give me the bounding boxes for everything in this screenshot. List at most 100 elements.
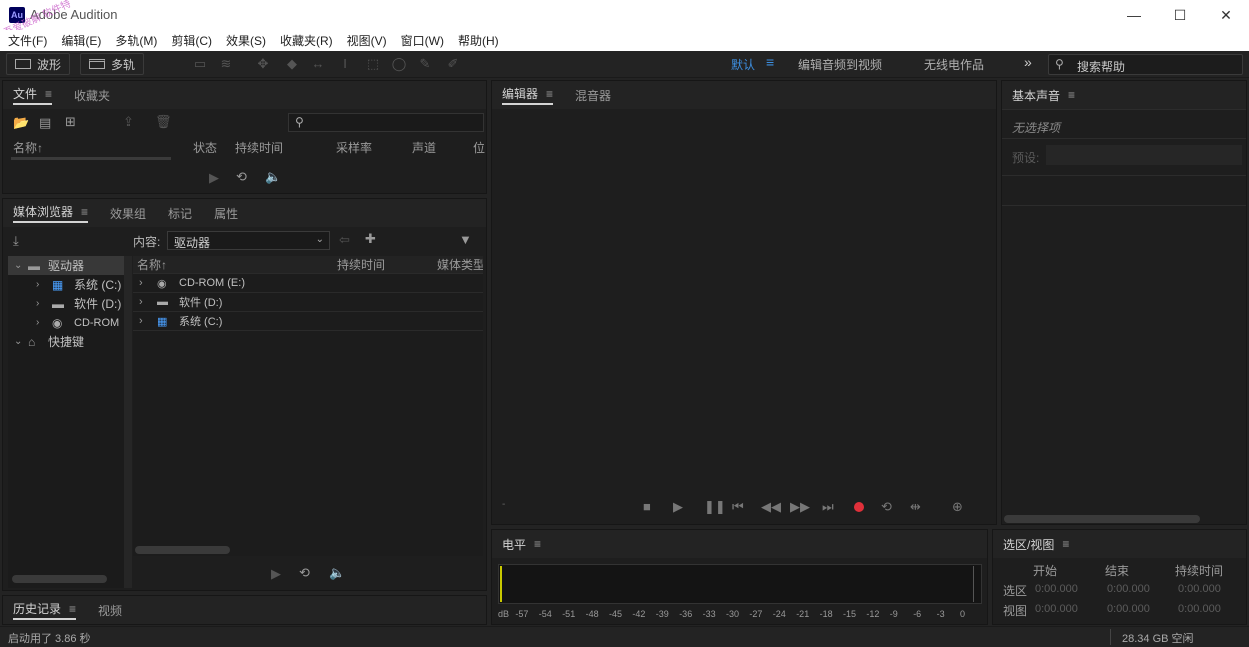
tab-video[interactable]: 视频	[98, 602, 122, 619]
tab-media-browser[interactable]: 媒体浏览器 ≡	[13, 203, 89, 223]
list-col-name[interactable]: 名称↑	[133, 256, 337, 273]
editor-canvas[interactable]	[492, 109, 996, 493]
selection-start[interactable]: 0:00.000	[1035, 583, 1078, 595]
spot-heal-icon[interactable]: ✐	[444, 55, 462, 73]
chevron-right-icon[interactable]: ›	[36, 298, 52, 309]
back-arrow-icon[interactable]: ⇦	[339, 232, 350, 248]
list-col-duration[interactable]: 持续时间	[337, 256, 437, 273]
time-selection-icon[interactable]: I	[336, 55, 354, 73]
content-select[interactable]: 驱动器 ⌄	[167, 231, 330, 250]
chevron-down-icon[interactable]: ⌄	[14, 336, 28, 347]
razor-tool-icon[interactable]: ◆	[283, 55, 301, 73]
chevron-right-icon[interactable]: ›	[36, 317, 52, 328]
list-item-cdrom[interactable]: › ◉ CD-ROM (E:)	[133, 274, 483, 293]
panel-menu-icon[interactable]: ≡	[69, 602, 76, 616]
slip-tool-icon[interactable]: ↔	[309, 55, 327, 73]
loop-icon[interactable]: ⟲	[299, 565, 310, 581]
col-samplerate[interactable]: 采样率	[336, 139, 372, 156]
record-icon[interactable]	[854, 502, 864, 512]
tree-item-cdrom[interactable]: › ◉ CD-ROM	[8, 313, 124, 332]
marquee-icon[interactable]: ⬚	[364, 55, 382, 73]
col-bits[interactable]: 位	[473, 139, 485, 156]
spectral-pitch-icon[interactable]: ≋	[217, 55, 235, 73]
workspace-menu-icon[interactable]: ≡	[766, 54, 774, 70]
list-item-system[interactable]: › ▦ 系统 (C:)	[133, 312, 483, 331]
tab-properties[interactable]: 属性	[214, 205, 238, 222]
selection-duration[interactable]: 0:00.000	[1178, 583, 1221, 595]
menu-window[interactable]: 窗口(W)	[401, 32, 444, 49]
chevron-right-icon[interactable]: ›	[139, 296, 157, 308]
help-search-input[interactable]: 搜索帮助	[1077, 58, 1125, 75]
stop-icon[interactable]: ■	[643, 499, 651, 514]
autoplay-icon[interactable]: 🔈	[265, 169, 281, 185]
filter-icon[interactable]: ▼	[459, 232, 472, 247]
view-end[interactable]: 0:00.000	[1107, 603, 1150, 615]
view-duration[interactable]: 0:00.000	[1178, 603, 1221, 615]
new-file-icon[interactable]: ⊞	[65, 114, 76, 130]
tab-editor[interactable]: 编辑器 ≡	[502, 85, 554, 105]
help-search-box[interactable]: ⚲ 搜索帮助	[1048, 54, 1243, 75]
list-scrollbar[interactable]	[135, 546, 230, 554]
chevron-down-icon[interactable]: ⌄	[14, 260, 28, 271]
tree-item-drives[interactable]: ⌄ ▬ 驱动器	[8, 256, 124, 275]
panel-menu-icon[interactable]: ≡	[546, 87, 553, 101]
chevron-right-icon[interactable]: ›	[139, 277, 157, 289]
tree-item-system-c[interactable]: › ▦ 系统 (C:)	[8, 275, 124, 294]
minimize-button[interactable]: —	[1111, 0, 1157, 30]
selection-end[interactable]: 0:00.000	[1107, 583, 1150, 595]
menu-favorites[interactable]: 收藏夹(R)	[280, 32, 333, 49]
media-import-icon[interactable]: ⤓	[13, 233, 19, 249]
skip-to-start-icon[interactable]: ⏮	[732, 499, 744, 515]
loop-playback-icon[interactable]: ⟲	[881, 499, 892, 515]
workspace-default[interactable]: 默认	[731, 56, 755, 73]
list-item-software[interactable]: › ▬ 软件 (D:)	[133, 293, 483, 312]
menu-help[interactable]: 帮助(H)	[458, 32, 499, 49]
loop-icon[interactable]: ⟲	[236, 169, 247, 185]
workspace-radio[interactable]: 无线电作品	[924, 56, 984, 73]
tab-favorites[interactable]: 收藏夹	[74, 87, 110, 104]
maximize-button[interactable]: ☐	[1157, 0, 1203, 30]
preset-select[interactable]	[1046, 145, 1242, 165]
tree-item-shortcuts[interactable]: ⌄ ⌂ 快捷键	[8, 332, 124, 351]
tab-selection-view[interactable]: 选区/视图 ≡	[1003, 536, 1069, 553]
menu-view[interactable]: 视图(V)	[347, 32, 387, 49]
workspace-more-icon[interactable]: »	[1024, 54, 1032, 70]
waveform-button[interactable]: 波形	[6, 53, 71, 75]
open-folder-icon[interactable]: 📂	[13, 115, 29, 131]
col-duration[interactable]: 持续时间	[235, 139, 283, 156]
panel-menu-icon[interactable]: ≡	[1062, 537, 1069, 551]
tree-scrollbar[interactable]	[12, 575, 107, 583]
panel-menu-icon[interactable]: ≡	[534, 537, 541, 551]
zoom-icon[interactable]: ⊕	[952, 499, 963, 515]
col-status[interactable]: 状态	[193, 139, 217, 156]
chevron-right-icon[interactable]: ›	[139, 315, 157, 327]
tab-markers[interactable]: 标记	[168, 205, 192, 222]
autoplay-icon[interactable]: 🔈	[329, 565, 345, 581]
panel-menu-icon[interactable]: ≡	[81, 205, 88, 219]
menu-clip[interactable]: 剪辑(C)	[171, 32, 212, 49]
lasso-icon[interactable]: ◯	[390, 55, 408, 73]
menu-effects[interactable]: 效果(S)	[226, 32, 266, 49]
multitrack-button[interactable]: 多轨	[80, 53, 145, 75]
add-shortcut-icon[interactable]: ✚	[365, 231, 376, 247]
files-search-input[interactable]: ⚲	[288, 113, 484, 132]
tab-history[interactable]: 历史记录 ≡	[13, 600, 77, 620]
menu-file[interactable]: 文件(F)	[8, 32, 47, 49]
panel-menu-icon[interactable]: ≡	[45, 87, 52, 101]
tab-mixer[interactable]: 混音器	[575, 87, 611, 104]
workspace-edit-video[interactable]: 编辑音频到视频	[798, 56, 882, 73]
pause-icon[interactable]: ❚❚	[704, 499, 726, 515]
view-start[interactable]: 0:00.000	[1035, 603, 1078, 615]
tab-files[interactable]: 文件 ≡	[13, 85, 53, 105]
essential-scrollbar[interactable]	[1004, 515, 1200, 523]
chevron-right-icon[interactable]: ›	[36, 279, 52, 290]
col-name[interactable]: 名称↑	[13, 139, 43, 156]
menu-multitrack[interactable]: 多轨(M)	[115, 32, 157, 49]
tab-essential-sound[interactable]: 基本声音 ≡	[1012, 87, 1075, 104]
files-scrollbar[interactable]	[11, 157, 171, 160]
brush-icon[interactable]: ✎	[416, 55, 434, 73]
close-button[interactable]: ✕	[1203, 0, 1249, 30]
tab-levels[interactable]: 电平 ≡	[502, 536, 541, 553]
play-icon[interactable]: ▶	[673, 499, 683, 515]
tab-effects-rack[interactable]: 效果组	[110, 205, 146, 222]
